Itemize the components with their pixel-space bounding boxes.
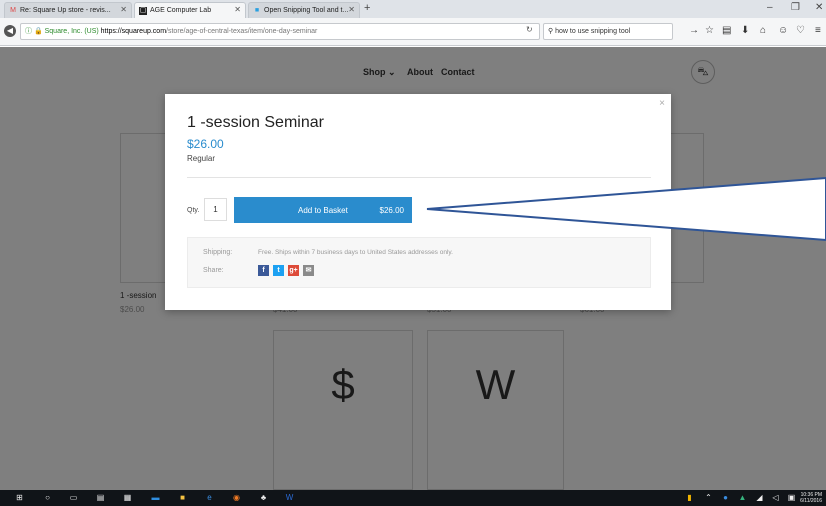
file-explorer-icon[interactable]: ▬	[150, 493, 161, 503]
drive-icon[interactable]: ▲	[737, 493, 748, 503]
callout-arrow	[426, 176, 826, 242]
windows-start-icon[interactable]: ⊞	[14, 493, 25, 503]
task-view-icon[interactable]: ▭	[68, 493, 79, 503]
firefox-icon[interactable]: ◉	[231, 493, 242, 503]
clock-date: 6/11/2016	[800, 498, 822, 504]
callout-shape	[426, 176, 826, 242]
calendar-icon[interactable]: ▦	[122, 493, 133, 503]
notification-warning-icon[interactable]: ▮	[684, 493, 695, 503]
tray-chevron-icon[interactable]: ⌃	[703, 493, 714, 503]
windows-taskbar: ⊞ ○ ▭ ▤ ▦ ▬ ■ e ◉ ♣ W ▮ ⌃ ● ▲ ◢ ◁ ▣ 10:3…	[0, 490, 826, 506]
network-icon[interactable]: ◢	[754, 493, 765, 503]
store-icon[interactable]: ▤	[95, 493, 106, 503]
word-icon[interactable]: W	[284, 493, 295, 503]
sticky-notes-icon[interactable]: ■	[177, 493, 188, 503]
app-icon[interactable]: ♣	[258, 493, 269, 503]
cortana-icon[interactable]: ○	[42, 493, 53, 503]
onedrive-icon[interactable]: ●	[720, 493, 731, 503]
action-center-icon[interactable]: ▣	[786, 493, 797, 503]
edge-icon[interactable]: e	[204, 493, 215, 503]
volume-icon[interactable]: ◁	[770, 493, 781, 503]
system-clock[interactable]: 10:36 PM 6/11/2016	[800, 492, 822, 504]
